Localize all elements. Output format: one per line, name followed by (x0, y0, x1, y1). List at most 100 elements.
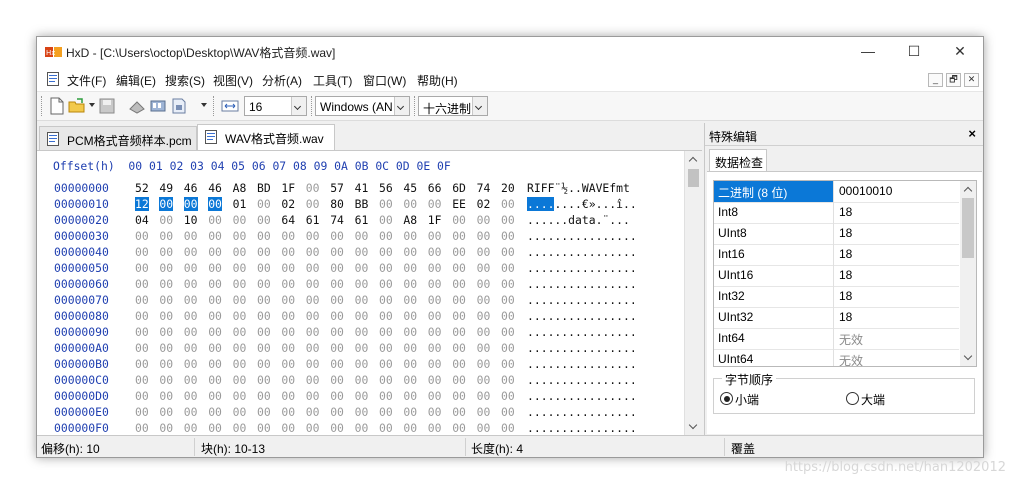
hex-row[interactable]: 000000A0 00 00 00 00 00 00 00 00 00 00 00 00 00 00 00 00… (37, 341, 682, 357)
hex-byte[interactable]: 00 (428, 293, 442, 307)
hex-byte[interactable]: 00 (184, 325, 198, 339)
new-file-icon[interactable] (48, 97, 66, 115)
hex-row[interactable]: 00000080 00 00 00 00 00 00 00 00 00 00 00 00 00 00 00 00… (37, 309, 682, 325)
little-endian-radio[interactable] (720, 392, 733, 405)
hex-byte[interactable]: 00 (306, 325, 320, 339)
inspector-value[interactable]: 无效 (835, 349, 959, 366)
hex-byte[interactable]: 00 (501, 373, 515, 387)
hex-byte[interactable]: 00 (428, 277, 442, 291)
hex-byte[interactable]: 00 (379, 293, 393, 307)
hex-byte[interactable]: 00 (208, 421, 222, 435)
hex-byte[interactable]: 00 (306, 389, 320, 403)
tab-wav-file[interactable]: WAV格式音频.wav (197, 124, 335, 150)
row-ascii[interactable]: ........€»...î.. (527, 197, 637, 211)
scroll-up-icon[interactable] (960, 181, 976, 197)
hex-row[interactable]: 00000090 00 00 00 00 00 00 00 00 00 00 00 00 00 00 00 00… (37, 325, 682, 341)
hex-editor-pane[interactable]: Offset(h) 00 01 02 03 04 05 06 07 08 09 … (37, 150, 702, 436)
hex-row[interactable]: 000000C0 00 00 00 00 00 00 00 00 00 00 00 00 00 00 00 00… (37, 373, 682, 389)
hex-byte[interactable]: 00 (330, 389, 344, 403)
hex-byte[interactable]: 00 (257, 405, 271, 419)
hex-byte[interactable]: 00 (501, 277, 515, 291)
hex-byte[interactable]: 00 (208, 389, 222, 403)
hex-byte[interactable]: 00 (501, 357, 515, 371)
hex-byte[interactable]: 00 (403, 389, 417, 403)
hex-byte[interactable]: A8 (233, 181, 247, 195)
hex-byte[interactable]: 00 (208, 357, 222, 371)
hex-byte[interactable]: 00 (233, 309, 247, 323)
hex-byte[interactable]: 00 (159, 373, 173, 387)
hex-byte[interactable]: 00 (257, 277, 271, 291)
hex-byte[interactable]: 00 (306, 421, 320, 435)
hex-byte[interactable]: 00 (501, 261, 515, 275)
scroll-up-icon[interactable] (685, 151, 702, 168)
hex-byte[interactable]: 00 (184, 389, 198, 403)
hex-byte[interactable]: 00 (233, 277, 247, 291)
hex-byte[interactable]: 00 (306, 181, 320, 195)
hex-byte[interactable]: 00 (477, 373, 491, 387)
hex-byte[interactable]: 01 (233, 197, 247, 211)
hex-row[interactable]: 00000070 00 00 00 00 00 00 00 00 00 00 00 00 00 00 00 00… (37, 293, 682, 309)
hex-row[interactable]: 00000010 12 00 00 00 01 00 02 00 80 BB 00 00 00 EE 02 00… (37, 197, 682, 213)
hex-byte[interactable]: 00 (501, 309, 515, 323)
hex-byte[interactable]: 00 (330, 245, 344, 259)
hex-byte[interactable]: 00 (403, 229, 417, 243)
hex-byte[interactable]: 00 (306, 341, 320, 355)
inspector-row[interactable]: Int32 18 (714, 286, 959, 308)
menu-file[interactable]: 文件(F) (67, 72, 106, 89)
row-ascii[interactable]: ................ (527, 341, 637, 355)
hex-byte[interactable]: 00 (330, 325, 344, 339)
hex-byte[interactable]: 00 (306, 277, 320, 291)
hex-byte[interactable]: 00 (257, 389, 271, 403)
hex-byte[interactable]: 00 (159, 229, 173, 243)
hex-byte[interactable]: 00 (208, 309, 222, 323)
hex-byte[interactable]: 00 (379, 357, 393, 371)
hex-byte[interactable]: 00 (233, 261, 247, 275)
hex-byte[interactable]: 00 (452, 229, 466, 243)
hex-byte[interactable]: 00 (477, 309, 491, 323)
hex-byte[interactable]: 00 (233, 325, 247, 339)
hex-byte[interactable]: 00 (208, 341, 222, 355)
hex-byte[interactable]: 00 (306, 245, 320, 259)
hex-byte[interactable]: 00 (477, 341, 491, 355)
hex-byte[interactable]: 00 (184, 277, 198, 291)
hex-byte[interactable]: 00 (281, 261, 295, 275)
mdi-restore-button[interactable]: 🗗 (946, 73, 961, 87)
title-bar[interactable]: Hx HxD - [C:\Users\octop\Desktop\WAV格式音频… (37, 37, 983, 67)
hex-byte[interactable]: 00 (379, 229, 393, 243)
inspector-value[interactable]: 18 (835, 202, 959, 223)
hex-byte[interactable]: 00 (428, 405, 442, 419)
row-ascii[interactable]: ................ (527, 357, 637, 371)
hex-byte[interactable]: 56 (379, 181, 393, 195)
hex-byte[interactable]: 00 (428, 261, 442, 275)
hex-byte[interactable]: 00 (355, 261, 369, 275)
status-mode[interactable]: 覆盖 (731, 440, 755, 457)
hex-byte[interactable]: 00 (135, 341, 149, 355)
hex-byte[interactable]: 00 (184, 341, 198, 355)
hex-byte[interactable]: 1F (428, 213, 442, 227)
hex-byte[interactable]: 00 (208, 245, 222, 259)
scroll-down-icon[interactable] (685, 419, 702, 436)
hex-byte[interactable]: 00 (477, 357, 491, 371)
hex-byte[interactable]: 00 (428, 341, 442, 355)
hex-byte[interactable]: 00 (233, 421, 247, 435)
hex-byte[interactable]: 00 (257, 325, 271, 339)
hex-byte[interactable]: 00 (135, 277, 149, 291)
hex-byte[interactable]: 00 (281, 389, 295, 403)
menu-analysis[interactable]: 分析(A) (262, 72, 302, 89)
hex-byte[interactable]: 00 (257, 213, 271, 227)
hex-byte[interactable]: 02 (281, 197, 295, 211)
hex-byte[interactable]: 61 (306, 213, 320, 227)
hex-byte[interactable]: 00 (355, 245, 369, 259)
hex-byte[interactable]: 00 (403, 277, 417, 291)
hex-byte[interactable]: 00 (281, 357, 295, 371)
tools-dropdown-arrow[interactable] (201, 103, 207, 107)
row-ascii[interactable]: ................ (527, 373, 637, 387)
hex-byte[interactable]: 00 (233, 405, 247, 419)
hex-row[interactable]: 00000060 00 00 00 00 00 00 00 00 00 00 00 00 00 00 00 00… (37, 277, 682, 293)
hex-byte[interactable]: 00 (403, 405, 417, 419)
hex-byte[interactable]: 00 (477, 229, 491, 243)
hex-scrollbar[interactable] (684, 151, 702, 436)
hex-byte[interactable]: 00 (452, 357, 466, 371)
hex-byte[interactable]: 74 (477, 181, 491, 195)
bytes-per-row-select[interactable]: 16 (244, 96, 307, 116)
